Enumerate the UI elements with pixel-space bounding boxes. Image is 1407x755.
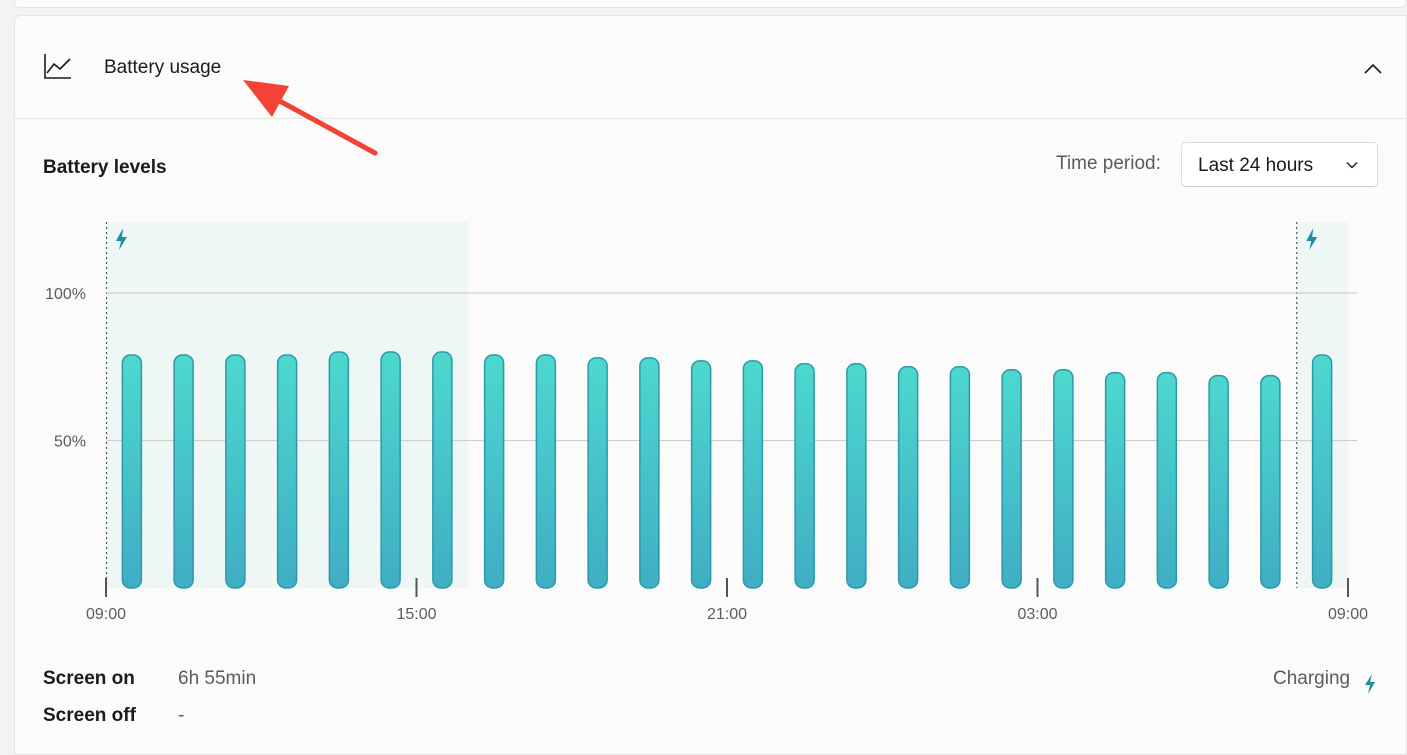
line-chart-icon	[44, 54, 71, 79]
screen-on-value: 6h 55min	[178, 668, 257, 689]
charging-legend-label: Charging	[1273, 668, 1351, 689]
screen-off-label: Screen off	[43, 705, 136, 726]
time-period-value: Last 24 hours	[1198, 155, 1314, 176]
lightning-bolt-icon	[1365, 674, 1375, 694]
time-period-dropdown[interactable]: Last 24 hours	[1181, 142, 1378, 187]
screen-off-value: -	[178, 705, 185, 726]
battery-usage-card: Battery usage	[14, 15, 1407, 755]
annotation-arrow	[243, 80, 378, 156]
previous-card	[14, 0, 1407, 8]
section-title: Battery levels	[43, 157, 167, 178]
chevron-down-icon	[1346, 162, 1358, 169]
time-period-label: Time period:	[1056, 153, 1161, 174]
chevron-up-icon[interactable]	[1358, 54, 1388, 84]
card-header[interactable]: Battery usage	[15, 16, 1406, 119]
card-title: Battery usage	[104, 57, 222, 78]
screen-on-label: Screen on	[43, 668, 135, 689]
